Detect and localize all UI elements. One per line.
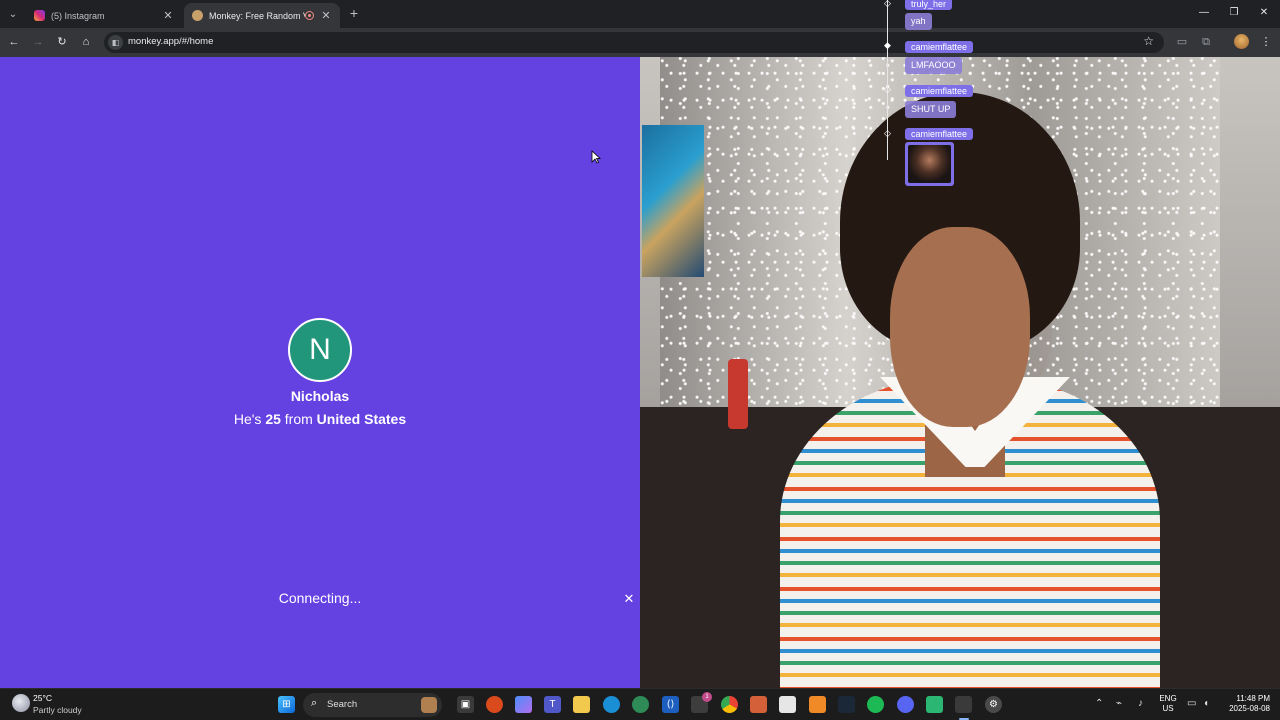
chat-message: SHUT UP [905, 101, 957, 118]
chrome-icon[interactable] [721, 696, 738, 713]
app-icon[interactable] [809, 696, 826, 713]
tab-search-button[interactable]: ⌄ [4, 5, 22, 23]
bio-age: 25 [265, 411, 281, 427]
url-text: monkey.app/#/home [128, 36, 214, 47]
browser-tab-bar: ⌄ (5) Instagram ✕ Monkey: Free Random Vi… [0, 0, 1280, 28]
microphone-icon[interactable]: ♪ [1138, 698, 1143, 709]
chat-image-thumbnail[interactable] [905, 142, 954, 186]
chat-node-icon: ◇ [884, 0, 891, 8]
tray-overflow-icon[interactable]: ⌃ [1095, 698, 1103, 709]
user-name: Nicholas [290, 388, 350, 404]
user-avatar: N [288, 318, 352, 382]
chat-message: LMFAOOO [905, 57, 962, 74]
task-view-icon[interactable]: ▣ [457, 696, 474, 713]
chat-node-icon: ◇ [884, 84, 891, 94]
cancel-connection-button[interactable]: ✕ [622, 592, 636, 606]
mouse-cursor-icon [591, 150, 601, 164]
chat-overlay: ◇ truly_her yah ◆ camiemflattee LMFAOOO … [880, 0, 1020, 190]
tab-title: Monkey: Free Random Vide [209, 10, 305, 21]
chat-username: camiemflattee [905, 85, 974, 97]
connection-status: Connecting... [278, 590, 362, 606]
notification-badge: 1 [702, 692, 712, 702]
language-indicator[interactable]: ENG US [1158, 694, 1178, 714]
recording-icon [305, 11, 314, 20]
bookmark-star-icon[interactable]: ☆ [1143, 34, 1154, 48]
clock-date: 2025-08-08 [1229, 704, 1270, 713]
reading-mode-icon[interactable]: ▭ [1174, 34, 1190, 50]
tab-monkey[interactable]: Monkey: Free Random Vide ✕ [184, 3, 340, 28]
spotify-icon[interactable] [867, 696, 884, 713]
person-face [890, 227, 1030, 427]
new-tab-button[interactable]: + [346, 5, 362, 21]
chat-node-icon: ◆ [884, 40, 891, 50]
instagram-icon [34, 10, 45, 21]
brave-browser-icon[interactable] [486, 696, 503, 713]
minimize-button[interactable]: — [1194, 5, 1214, 21]
extensions-icon[interactable]: ⧉ [1198, 34, 1214, 50]
tab-instagram[interactable]: (5) Instagram ✕ [26, 3, 182, 28]
chat-username: camiemflattee [905, 128, 974, 140]
teams-icon[interactable]: T [544, 696, 561, 713]
search-icon: ⌕ [311, 697, 318, 709]
site-info-icon[interactable]: ◧ [108, 35, 123, 50]
weather-condition: Partly cloudy [33, 705, 82, 715]
edge-icon[interactable] [603, 696, 620, 713]
weather-temperature: 25°C [33, 693, 52, 703]
app-icon[interactable] [926, 696, 943, 713]
file-explorer-icon[interactable] [573, 696, 590, 713]
back-button[interactable]: ← [6, 34, 22, 50]
tab-title: (5) Instagram [51, 10, 105, 21]
volume-icon[interactable]: ◖ [1203, 698, 1209, 709]
wall-poster [642, 125, 704, 277]
browser-menu-icon[interactable]: ⋮ [1258, 34, 1274, 50]
copilot-icon[interactable] [515, 696, 532, 713]
system-clock[interactable]: 11:48 PM 2025-08-08 [1222, 694, 1270, 714]
close-tab-icon[interactable]: ✕ [320, 9, 332, 22]
close-window-button[interactable]: ✕ [1254, 5, 1274, 21]
chat-username: camiemflattee [905, 41, 974, 53]
reload-button[interactable]: ↻ [54, 34, 70, 50]
search-label: Search [327, 699, 358, 710]
bio-from: from [284, 411, 313, 427]
restore-button[interactable]: ❐ [1224, 5, 1244, 21]
monkey-icon [192, 10, 203, 21]
region-code: US [1162, 704, 1174, 713]
visual-studio-code-icon[interactable]: ⟨⟩ [662, 696, 679, 713]
notepad-icon[interactable] [779, 696, 796, 713]
clock-time: 11:48 PM [1236, 694, 1270, 703]
chat-node-icon: ◇ [884, 128, 891, 138]
bio-country: United States [316, 411, 407, 427]
display-icon[interactable]: ▭ [1187, 698, 1196, 709]
steam-icon[interactable] [838, 696, 855, 713]
close-tab-icon[interactable]: ✕ [162, 9, 174, 22]
chat-username: truly_her [905, 0, 953, 10]
taskbar: 25°C Partly cloudy ⊞ ⌕ Search ▣ T ⟨⟩ 1 ⚙… [0, 688, 1280, 720]
obs-icon[interactable] [955, 696, 972, 713]
app-icon[interactable] [632, 696, 649, 713]
match-info-panel: N Nicholas He's 25 from United States Co… [0, 57, 640, 688]
discord-icon[interactable] [897, 696, 914, 713]
user-bio: He's 25 from United States [0, 411, 640, 427]
network-icon[interactable]: ⌁ [1116, 698, 1122, 709]
bottle [728, 359, 748, 429]
windows-start-icon[interactable]: ⊞ [278, 696, 295, 713]
weather-icon[interactable] [12, 694, 30, 712]
language-code: ENG [1159, 694, 1177, 703]
game-icon[interactable] [750, 696, 767, 713]
settings-icon[interactable]: ⚙ [985, 696, 1002, 713]
chat-message: yah [905, 13, 932, 30]
forward-button[interactable]: → [30, 34, 46, 50]
browser-toolbar: ← → ↻ ⌂ ◧ monkey.app/#/home ☆ ▭ ⧉ ⋮ [0, 28, 1280, 57]
bio-pronoun: He's [233, 411, 262, 427]
profile-avatar[interactable] [1234, 34, 1249, 49]
search-highlight-icon [421, 697, 437, 713]
taskbar-search[interactable]: ⌕ Search [303, 693, 442, 717]
home-button[interactable]: ⌂ [78, 34, 94, 50]
